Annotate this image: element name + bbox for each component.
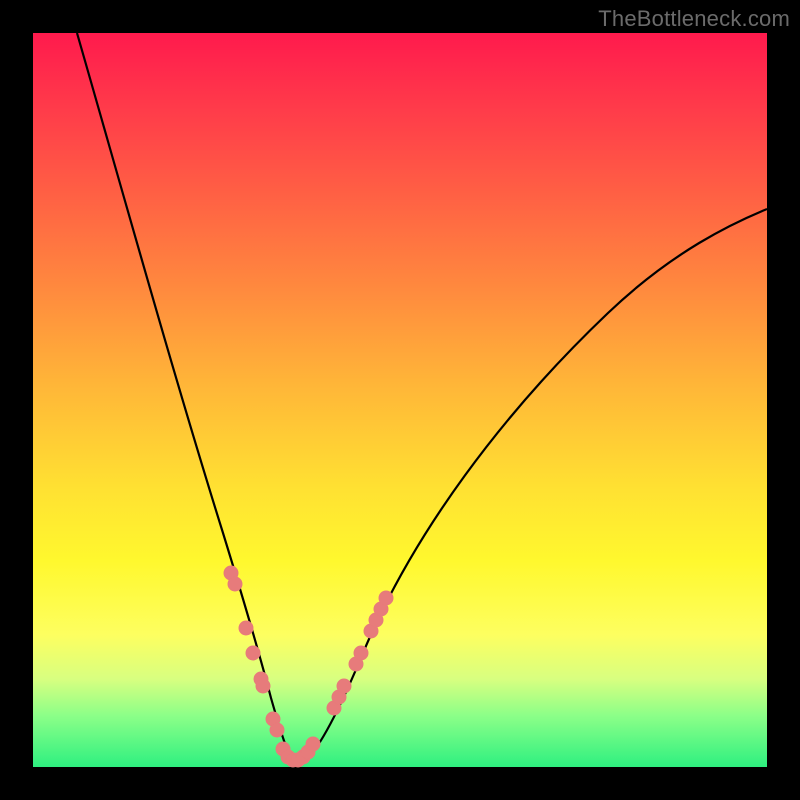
chart-svg bbox=[33, 33, 767, 767]
bottleneck-curve bbox=[77, 33, 767, 763]
datapoint-markers bbox=[224, 566, 393, 767]
watermark-text: TheBottleneck.com bbox=[598, 6, 790, 32]
chart-stage: TheBottleneck.com bbox=[0, 0, 800, 800]
chart-plot-area bbox=[33, 33, 767, 767]
